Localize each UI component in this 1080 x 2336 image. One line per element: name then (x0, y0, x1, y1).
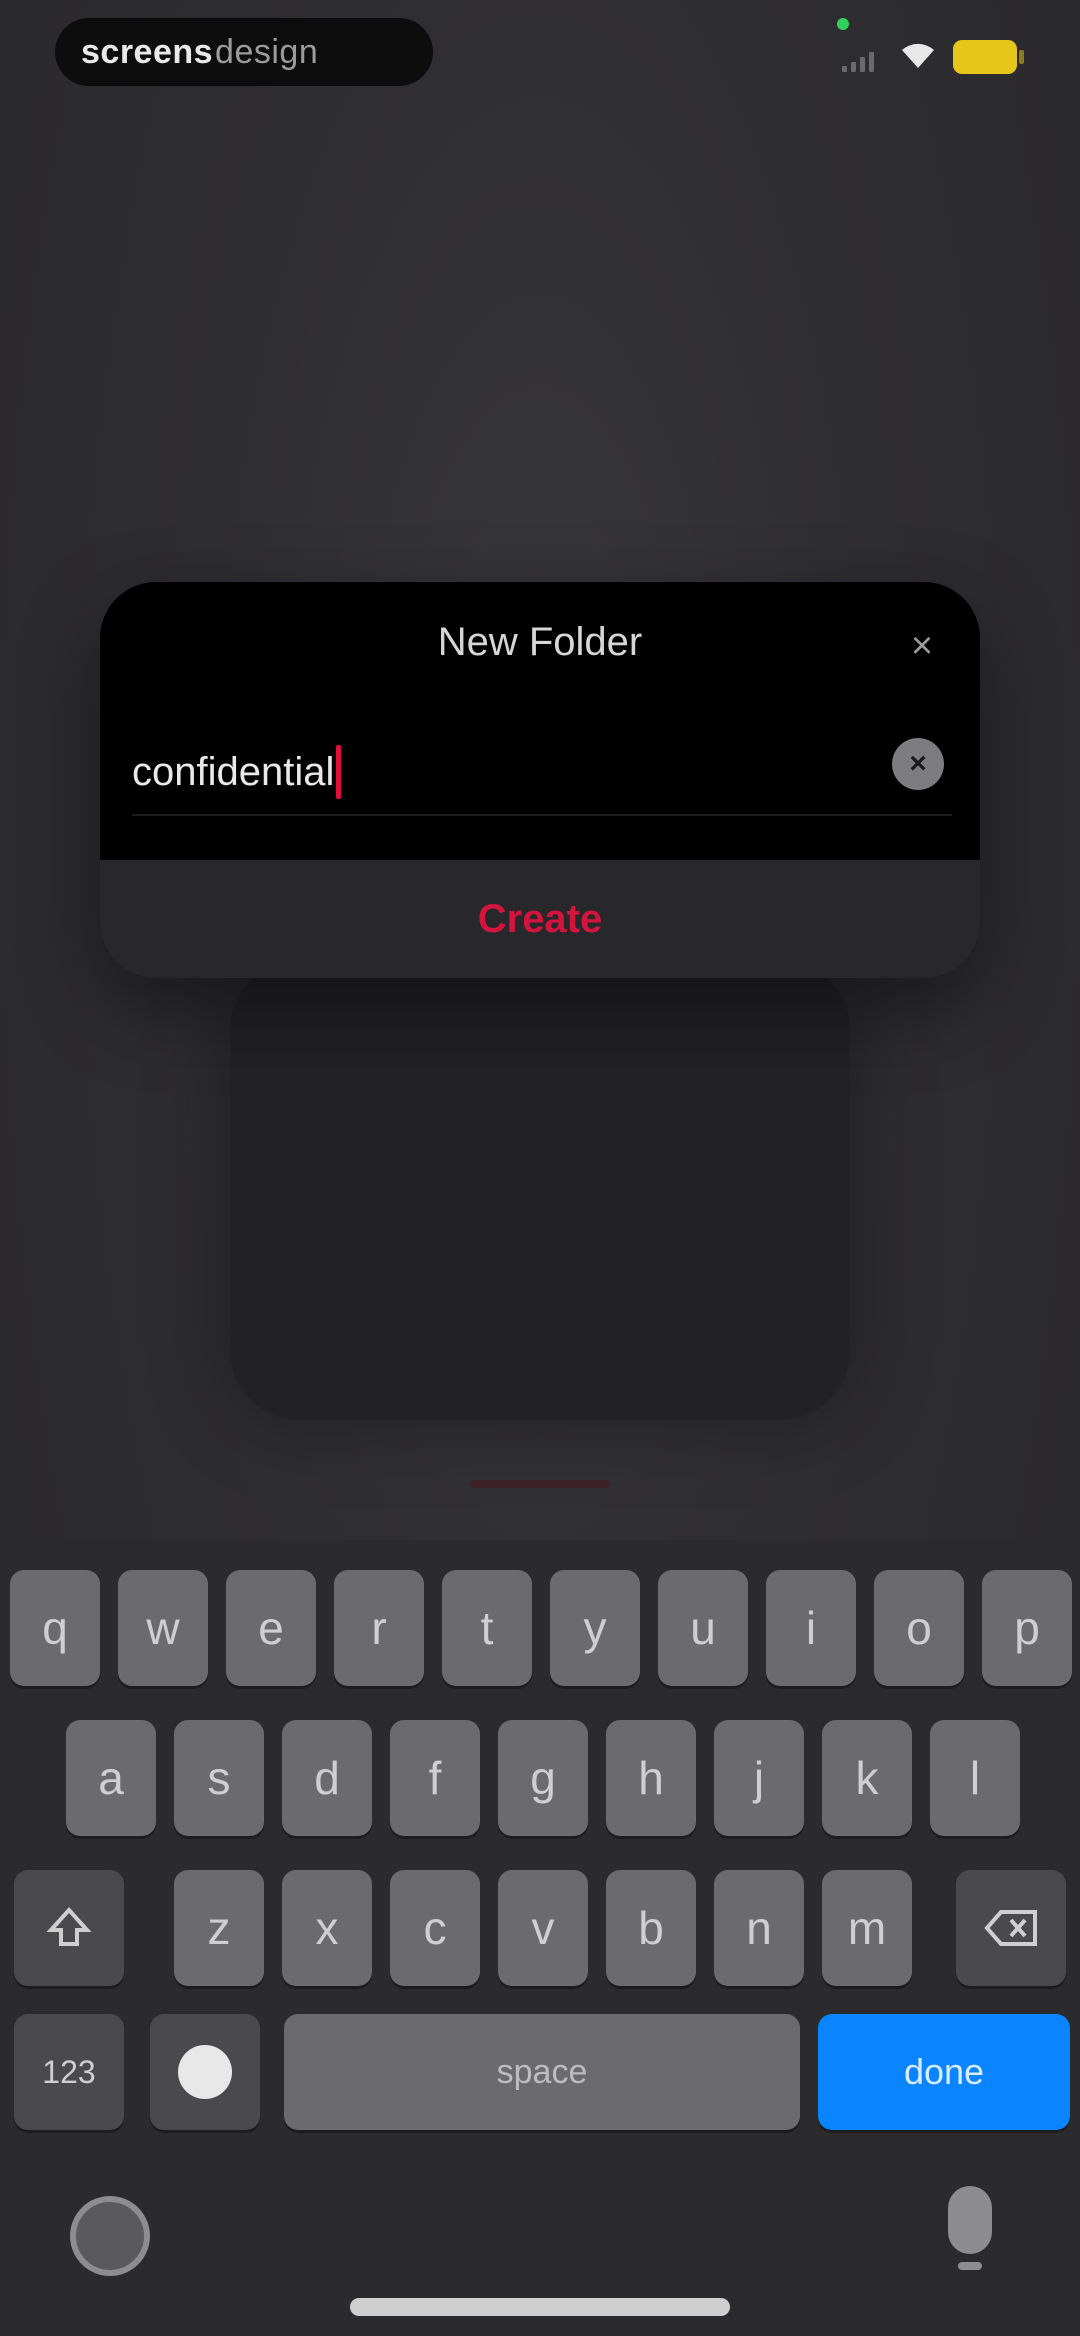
screen: screens design New Folder × confidential… (0, 0, 1080, 2336)
space-key[interactable]: space (284, 2014, 800, 2130)
home-indicator[interactable] (350, 2298, 730, 2316)
microphone-stand (958, 2262, 982, 2270)
key-q[interactable]: q (10, 1570, 100, 1686)
shift-icon (46, 1907, 92, 1946)
key-k[interactable]: k (822, 1720, 912, 1836)
dialog-title: New Folder (437, 620, 643, 664)
key-u[interactable]: u (658, 1570, 748, 1686)
shift-key[interactable] (14, 1870, 124, 1986)
close-button[interactable]: × (900, 624, 944, 668)
close-icon: × (910, 625, 934, 667)
screen-recorder-pill: screens design (55, 18, 433, 86)
key-p[interactable]: p (982, 1570, 1072, 1686)
key-e[interactable]: e (226, 1570, 316, 1686)
key-f[interactable]: f (390, 1720, 480, 1836)
key-m[interactable]: m (822, 1870, 912, 1986)
globe-icon[interactable] (70, 2196, 150, 2276)
key-s[interactable]: s (174, 1720, 264, 1836)
key-v[interactable]: v (498, 1870, 588, 1986)
key-t[interactable]: t (442, 1570, 532, 1686)
key-y[interactable]: y (550, 1570, 640, 1686)
input-underline (132, 814, 952, 816)
key-d[interactable]: d (282, 1720, 372, 1836)
new-folder-dialog: New Folder × confidential × Create (100, 582, 980, 978)
folder-name-input[interactable]: confidential (132, 732, 952, 812)
key-c[interactable]: c (390, 1870, 480, 1986)
text-caret (336, 745, 342, 799)
camera-indicator-icon (837, 18, 849, 30)
key-r[interactable]: r (334, 1570, 424, 1686)
numbers-key[interactable]: 123 (14, 2014, 124, 2130)
key-l[interactable]: l (930, 1720, 1020, 1836)
cellular-signal-icon (842, 50, 878, 72)
key-z[interactable]: z (174, 1870, 264, 1986)
wifi-icon (902, 43, 934, 68)
emoji-icon (178, 2045, 232, 2099)
key-i[interactable]: i (766, 1570, 856, 1686)
clear-x-icon[interactable]: × (892, 738, 944, 790)
recorder-label-bold: screens (81, 32, 214, 71)
emoji-key[interactable] (150, 2014, 260, 2130)
key-b[interactable]: b (606, 1870, 696, 1986)
microphone-icon[interactable] (948, 2186, 992, 2254)
status-bar: screens design (0, 0, 1080, 110)
key-n[interactable]: n (714, 1870, 804, 1986)
background-card (230, 960, 850, 1420)
recorder-label-light: design (215, 32, 319, 71)
folder-name-value: confidential (132, 749, 335, 794)
background-accent-line (470, 1480, 610, 1488)
key-x[interactable]: x (282, 1870, 372, 1986)
key-j[interactable]: j (714, 1720, 804, 1836)
key-w[interactable]: w (118, 1570, 208, 1686)
key-o[interactable]: o (874, 1570, 964, 1686)
backspace-key[interactable] (956, 1870, 1066, 1986)
key-a[interactable]: a (66, 1720, 156, 1836)
create-button[interactable]: Create (100, 860, 980, 978)
done-key[interactable]: done (818, 2014, 1070, 2130)
battery-icon (953, 40, 1017, 74)
key-g[interactable]: g (498, 1720, 588, 1836)
keyboard: qwertyuiop asdfghjkl zxcvbnm 123 space d… (0, 1540, 1080, 2336)
backspace-icon (984, 1910, 1037, 1946)
key-h[interactable]: h (606, 1720, 696, 1836)
battery-tip (1019, 50, 1024, 64)
